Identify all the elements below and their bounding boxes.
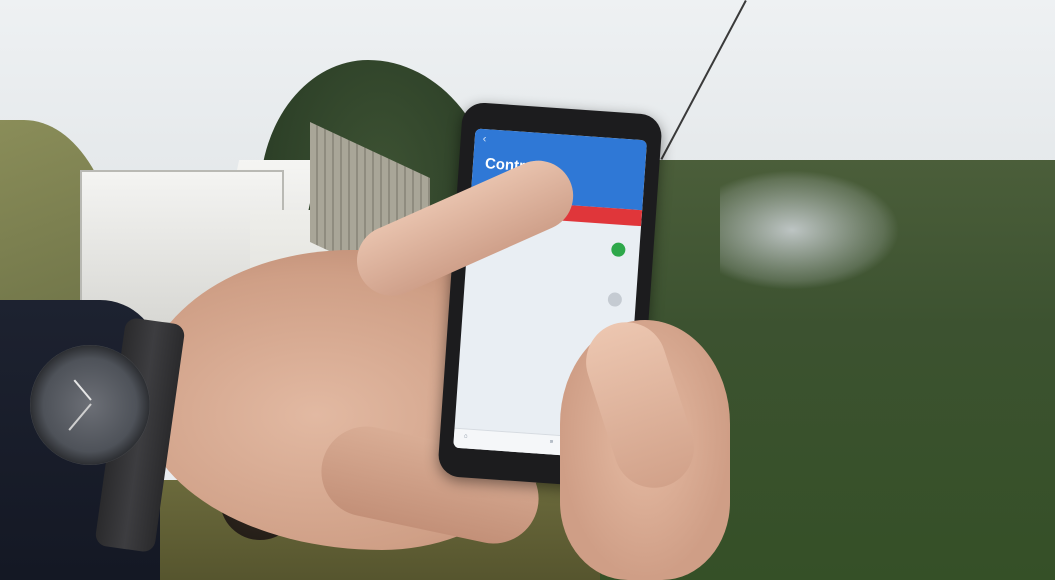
toggle-switch[interactable] xyxy=(610,242,626,258)
outdoor-scene: ‹ Controle ⌂ ≡ xyxy=(0,0,1055,580)
back-arrow-icon[interactable]: ‹ xyxy=(482,133,487,145)
control-row[interactable] xyxy=(473,277,626,314)
smoke-plume xyxy=(720,170,900,290)
nav-menu-icon[interactable]: ≡ xyxy=(550,439,554,445)
toggle-switch[interactable] xyxy=(607,292,623,308)
nav-home-icon[interactable]: ⌂ xyxy=(464,433,468,439)
